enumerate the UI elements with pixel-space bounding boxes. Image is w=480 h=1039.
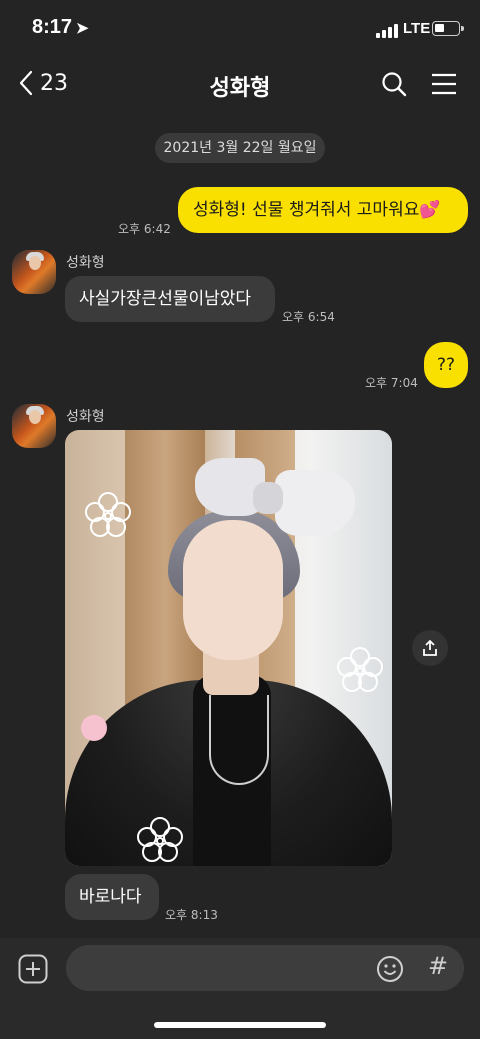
status-bar: 8:17 ➤ LTE [0,0,480,56]
chat-title: 성화형 [209,76,271,101]
emoji-icon[interactable] [376,955,404,983]
smiley-sticker-icon [81,715,107,741]
home-indicator [154,1022,326,1028]
location-arrow-icon: ➤ [76,20,89,37]
add-attachment-button[interactable] [18,954,48,984]
message-time: 오후 6:54 [282,310,335,324]
menu-icon[interactable] [430,72,458,96]
share-icon [423,639,437,656]
other-message-bubble[interactable]: 바로나다 [65,874,159,920]
other-message-bubble[interactable]: 사실가장큰선물이남았다 [65,276,275,322]
message-time: 오후 6:42 [118,222,171,236]
signal-icon [376,24,398,38]
flower-doodle-icon [85,492,131,537]
my-message-bubble[interactable]: ?? [424,342,468,388]
chat-header: 23 성화형 [0,56,480,112]
hashtag-icon[interactable]: # [428,952,448,980]
search-icon[interactable] [380,70,408,98]
share-button[interactable] [412,630,448,666]
message-input[interactable] [66,945,464,991]
date-divider: 2021년 3월 22일 월요일 [155,133,325,163]
sender-name: 성화형 [66,409,105,425]
my-message-bubble[interactable]: 성화형! 선물 챙겨줘서 고마워요💕 [178,187,468,233]
flower-doodle-icon [337,647,383,692]
status-time-text: 8:17 [32,16,73,38]
avatar[interactable] [12,250,56,294]
photo-message[interactable] [65,430,392,866]
battery-icon [432,21,464,36]
message-time: 오후 7:04 [365,376,418,390]
status-time: 8:17 ➤ [32,16,89,39]
avatar[interactable] [12,404,56,448]
sender-name: 성화형 [66,255,105,271]
message-time: 오후 8:13 [165,908,218,922]
flower-doodle-icon [137,817,183,862]
network-type: LTE [403,20,431,37]
